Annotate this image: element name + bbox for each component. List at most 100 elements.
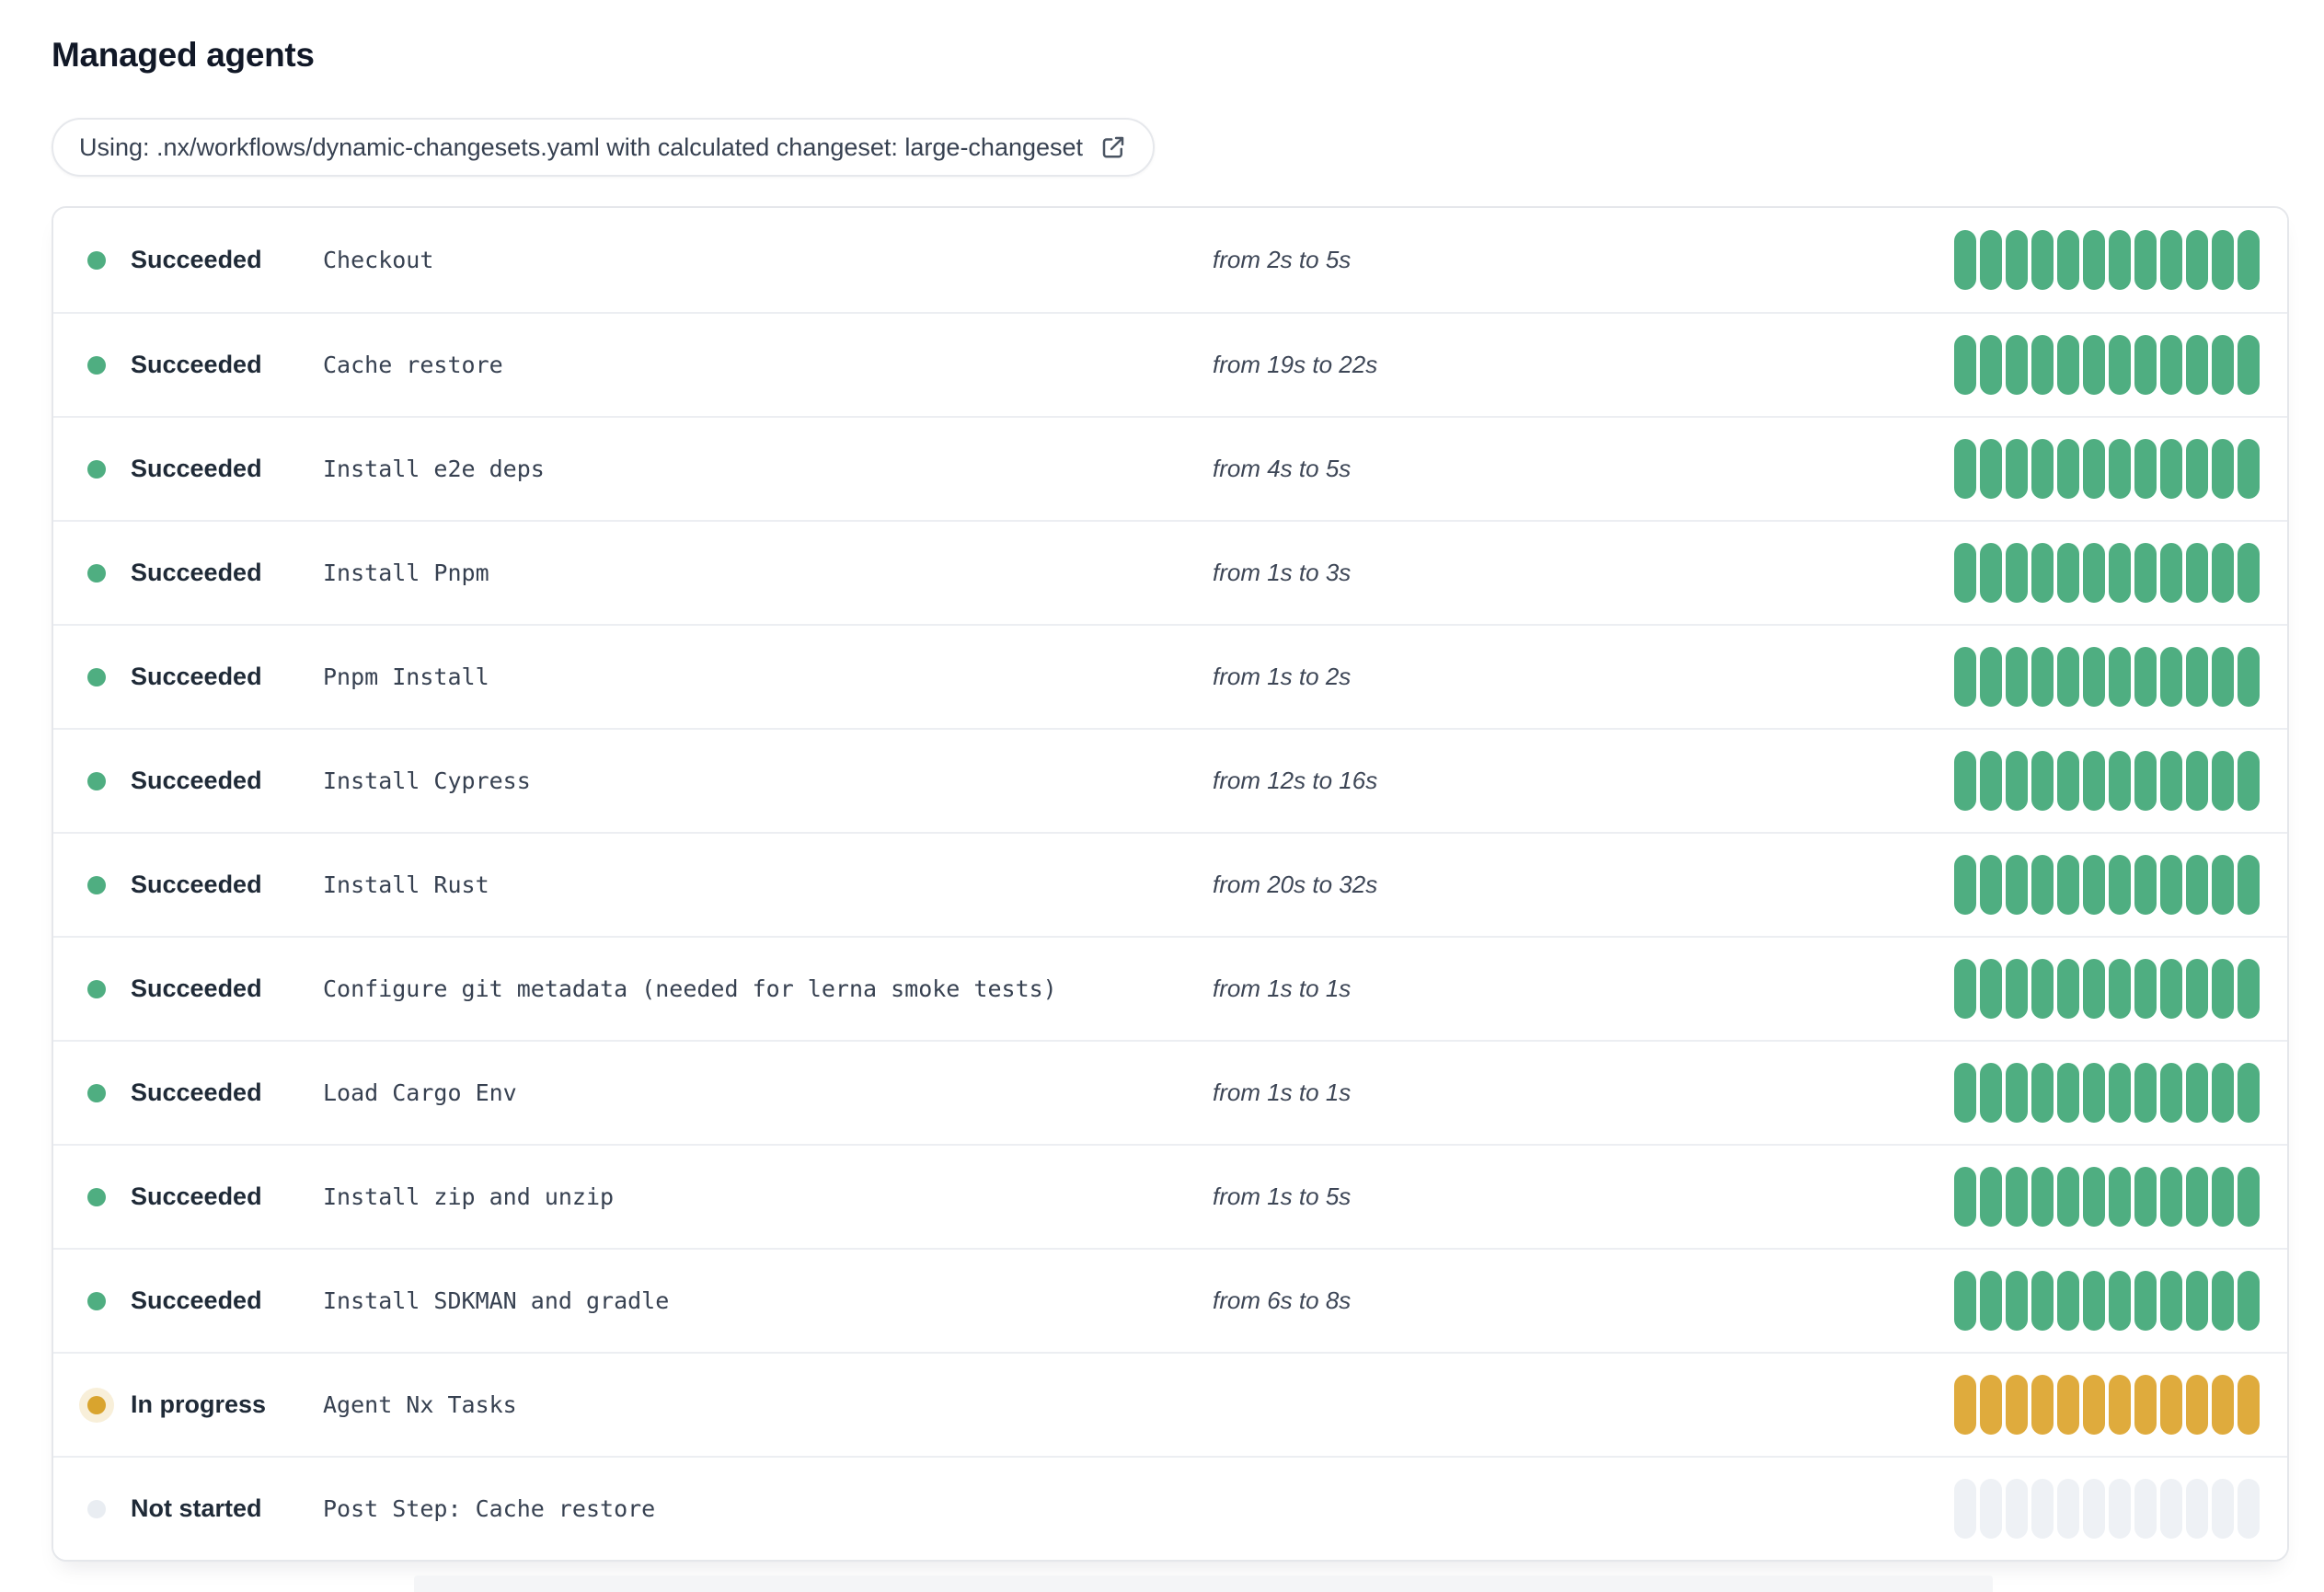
- progress-segment: [2134, 1167, 2157, 1227]
- progress-segment: [2186, 1063, 2208, 1123]
- progress-segment: [2160, 959, 2182, 1019]
- progress-segment: [2212, 1479, 2234, 1539]
- progress-segment: [2160, 855, 2182, 915]
- progress-segment: [2109, 1375, 2131, 1435]
- progress-segment: [2057, 543, 2079, 603]
- progress-segment: [2109, 751, 2131, 811]
- progress-segment: [2186, 335, 2208, 395]
- progress-segment: [1954, 1167, 1976, 1227]
- agent-step-row[interactable]: Succeeded Install e2e deps from 4s to 5s: [53, 416, 2287, 520]
- progress-segment: [1954, 855, 1976, 915]
- progress-segment: [2186, 959, 2208, 1019]
- next-section-peek: [414, 1575, 1993, 1592]
- progress-segment: [1954, 230, 1976, 290]
- progress-segment: [1954, 1271, 1976, 1331]
- status-label: Succeeded: [131, 871, 262, 898]
- duration-range: from 1s to 3s: [1213, 559, 1352, 586]
- progress-segment: [2031, 751, 2054, 811]
- progress-segment: [2212, 751, 2234, 811]
- workflow-config-link[interactable]: Using: .nx/workflows/dynamic-changesets.…: [52, 118, 1156, 177]
- progress-segment: [2238, 439, 2260, 499]
- progress-segment: [2083, 335, 2105, 395]
- status-dot-icon: [87, 355, 106, 375]
- status-dot-icon: [87, 459, 106, 479]
- agent-step-row[interactable]: Succeeded Load Cargo Env from 1s to 1s: [53, 1040, 2287, 1144]
- status-dot-icon: [87, 979, 106, 998]
- step-name: Install Cypress: [323, 767, 531, 794]
- step-name: Load Cargo Env: [323, 1079, 517, 1106]
- progress-segment: [2134, 230, 2157, 290]
- agent-step-row[interactable]: Succeeded Install Rust from 20s to 32s: [53, 832, 2287, 936]
- status-label: Succeeded: [131, 1079, 262, 1106]
- progress-segment: [2186, 855, 2208, 915]
- step-name: Post Step: Cache restore: [323, 1495, 656, 1522]
- progress-segment: [2186, 230, 2208, 290]
- progress-segment: [2031, 335, 2054, 395]
- progress-segment: [2083, 959, 2105, 1019]
- agent-step-row[interactable]: Succeeded Install zip and unzip from 1s to…: [53, 1144, 2287, 1248]
- agent-step-row[interactable]: Succeeded Install Cypress from 12s to 16s: [53, 728, 2287, 832]
- progress-segment: [2212, 855, 2234, 915]
- progress-segment: [2031, 1479, 2054, 1539]
- status-dot-icon: [87, 1187, 106, 1206]
- progress-segment: [2238, 543, 2260, 603]
- progress-segment: [2134, 1479, 2157, 1539]
- progress-segment: [2160, 230, 2182, 290]
- agent-progress-bar: [1954, 855, 2260, 915]
- step-name: Pnpm Install: [323, 663, 489, 690]
- progress-segment: [2031, 647, 2054, 707]
- progress-segment: [1980, 230, 2002, 290]
- progress-segment: [2134, 959, 2157, 1019]
- duration-range: from 20s to 32s: [1213, 871, 1378, 898]
- agent-step-row[interactable]: Succeeded Pnpm Install from 1s to 2s: [53, 624, 2287, 728]
- agent-step-row[interactable]: Succeeded Cache restore from 19s to 22s: [53, 312, 2287, 416]
- progress-segment: [2057, 1479, 2079, 1539]
- agent-progress-bar: [1954, 1167, 2260, 1227]
- duration-range: from 1s to 1s: [1213, 1079, 1352, 1106]
- external-link-icon[interactable]: [1099, 133, 1127, 161]
- progress-segment: [2083, 1271, 2105, 1331]
- progress-segment: [2006, 855, 2028, 915]
- progress-segment: [1954, 647, 1976, 707]
- status-dot-icon: [87, 1499, 106, 1518]
- progress-segment: [2186, 1479, 2208, 1539]
- progress-segment: [1980, 1479, 2002, 1539]
- progress-segment: [2031, 1167, 2054, 1227]
- status-label: Succeeded: [131, 246, 262, 273]
- agent-step-row[interactable]: Succeeded Install SDKMAN and gradle from 6…: [53, 1248, 2287, 1352]
- agent-progress-bar: [1954, 959, 2260, 1019]
- status-label: Succeeded: [131, 663, 262, 690]
- status-dot-icon: [87, 1083, 106, 1102]
- progress-segment: [2031, 543, 2054, 603]
- step-name: Cache restore: [323, 352, 503, 378]
- progress-segment: [2160, 1375, 2182, 1435]
- agent-step-row[interactable]: Not started Post Step: Cache restore: [53, 1456, 2287, 1560]
- duration-range: from 12s to 16s: [1213, 767, 1378, 794]
- agent-progress-bar: [1954, 230, 2260, 290]
- progress-segment: [2238, 1063, 2260, 1123]
- progress-segment: [2186, 1167, 2208, 1227]
- progress-segment: [2083, 230, 2105, 290]
- progress-segment: [1980, 1271, 2002, 1331]
- agent-step-row[interactable]: Succeeded Configure git metadata (needed …: [53, 936, 2287, 1040]
- progress-segment: [2238, 1375, 2260, 1435]
- progress-segment: [2212, 335, 2234, 395]
- agent-step-row[interactable]: Succeeded Install Pnpm from 1s to 3s: [53, 520, 2287, 624]
- agent-step-row[interactable]: In progress Agent Nx Tasks: [53, 1352, 2287, 1456]
- agent-progress-bar: [1954, 1271, 2260, 1331]
- agent-step-row[interactable]: Succeeded Checkout from 2s to 5s: [53, 208, 2287, 312]
- progress-segment: [2031, 1375, 2054, 1435]
- step-name: Install Pnpm: [323, 560, 489, 586]
- progress-segment: [2083, 1167, 2105, 1227]
- status-cell: Succeeded: [53, 663, 323, 691]
- progress-segment: [2212, 543, 2234, 603]
- progress-segment: [2186, 1375, 2208, 1435]
- status-label: In progress: [131, 1390, 267, 1418]
- progress-segment: [2006, 543, 2028, 603]
- progress-segment: [2109, 855, 2131, 915]
- progress-segment: [1954, 1375, 1976, 1435]
- progress-segment: [2006, 1271, 2028, 1331]
- progress-segment: [2109, 439, 2131, 499]
- agent-progress-bar: [1954, 543, 2260, 603]
- progress-segment: [2006, 959, 2028, 1019]
